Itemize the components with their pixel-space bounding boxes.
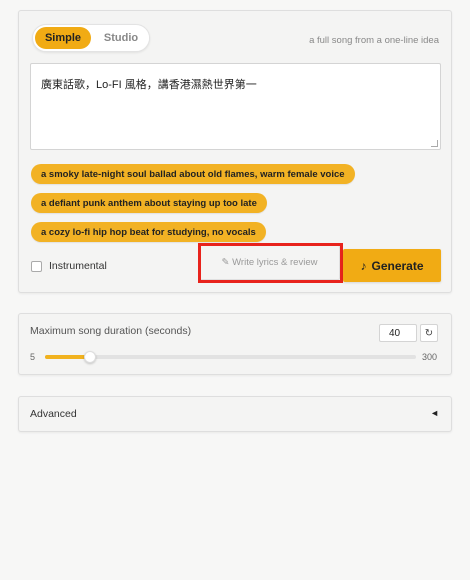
generate-button[interactable]: ♪ Generate bbox=[343, 249, 441, 282]
generate-label: Generate bbox=[371, 258, 424, 273]
instrumental-checkbox[interactable] bbox=[31, 260, 42, 272]
suggestion-chip-1[interactable]: a smoky late-night soul ballad about old… bbox=[31, 164, 355, 184]
suggestion-chip-2[interactable]: a defiant punk anthem about staying up t… bbox=[31, 193, 267, 213]
duration-input[interactable]: 40 bbox=[379, 324, 417, 342]
resize-grip-icon[interactable] bbox=[431, 140, 438, 147]
duration-panel: Maximum song duration (seconds) 40 ↻ 5 3… bbox=[18, 313, 452, 375]
mode-simple-button[interactable]: Simple bbox=[35, 27, 91, 49]
slider-min-label: 5 bbox=[30, 352, 36, 362]
mode-toggle: Simple Studio bbox=[32, 24, 150, 52]
mode-studio-button[interactable]: Studio bbox=[93, 27, 149, 49]
caret-left-icon: ◄ bbox=[430, 408, 439, 418]
instrumental-label: Instrumental bbox=[49, 260, 107, 272]
prompt-text: 廣東話歌，Lo-FI 風格，講香港濕熱世界第一 bbox=[41, 79, 257, 91]
advanced-label: Advanced bbox=[30, 408, 77, 420]
duration-label: Maximum song duration (seconds) bbox=[30, 325, 192, 337]
write-lyrics-button[interactable]: ✎ Write lyrics & review bbox=[199, 245, 340, 280]
generator-panel: Simple Studio a full song from a one-lin… bbox=[18, 10, 452, 293]
slider-fill bbox=[45, 355, 90, 359]
instrumental-toggle[interactable]: Instrumental bbox=[31, 260, 107, 272]
suggestion-chip-3[interactable]: a cozy lo-fi hip hop beat for studying, … bbox=[31, 222, 266, 242]
duration-slider[interactable] bbox=[45, 351, 416, 363]
reset-icon[interactable]: ↻ bbox=[420, 324, 438, 342]
slider-thumb[interactable] bbox=[83, 351, 96, 363]
tagline: a full song from a one-line idea bbox=[309, 35, 439, 46]
page: Simple Studio a full song from a one-lin… bbox=[0, 0, 470, 580]
prompt-textarea[interactable]: 廣東話歌，Lo-FI 風格，講香港濕熱世界第一 bbox=[30, 63, 441, 150]
music-note-icon: ♪ bbox=[360, 258, 367, 273]
advanced-accordion[interactable]: Advanced ◄ bbox=[18, 396, 452, 432]
slider-max-label: 300 bbox=[422, 352, 438, 362]
